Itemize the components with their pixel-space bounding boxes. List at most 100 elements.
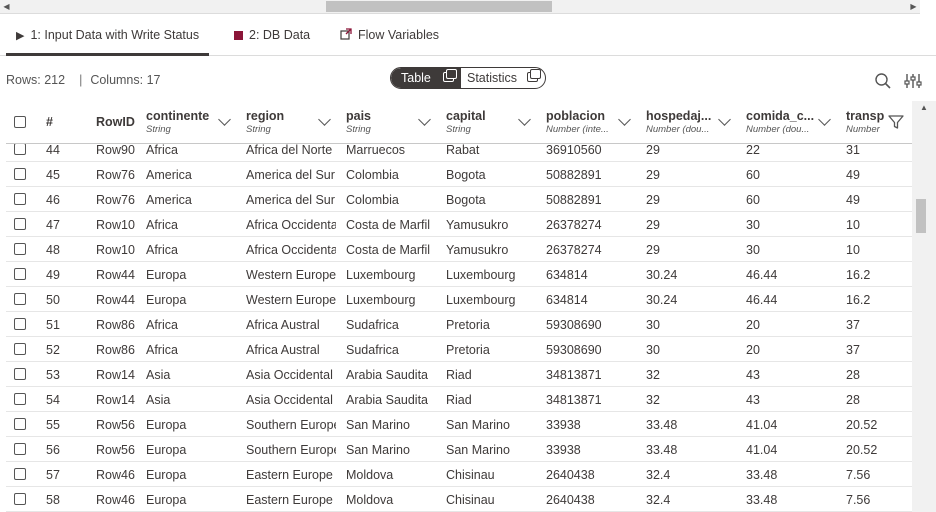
row-checkbox[interactable] bbox=[14, 193, 26, 205]
horizontal-scrollbar[interactable]: ◀ ▶ bbox=[0, 0, 920, 14]
cell-num: 54 bbox=[46, 393, 60, 407]
play-icon: ▶ bbox=[16, 30, 25, 42]
tab-input-data-label: 1: Input Data with Write Status bbox=[30, 28, 200, 42]
cell-rowid: Row56 bbox=[96, 443, 135, 457]
cell-region: Southern Europe bbox=[246, 418, 336, 432]
cell-num: 57 bbox=[46, 468, 60, 482]
table-settings-button[interactable] bbox=[904, 72, 922, 90]
tab-input-data[interactable]: ▶ 1: Input Data with Write Status bbox=[6, 14, 210, 56]
table-row[interactable]: 58 Row46 Europa Eastern Europe Moldova Chisin… bbox=[6, 487, 912, 512]
cell-capital: Riad bbox=[446, 393, 472, 407]
cell-comida: 33.48 bbox=[746, 493, 778, 507]
row-checkbox[interactable] bbox=[14, 268, 26, 280]
cell-poblacion: 34813871 bbox=[546, 393, 602, 407]
row-checkbox[interactable] bbox=[14, 343, 26, 355]
cell-region: Eastern Europe bbox=[246, 493, 333, 507]
column-header-transp[interactable]: transp Number bbox=[846, 101, 912, 143]
cell-pais: Sudafrica bbox=[346, 343, 399, 357]
row-checkbox[interactable] bbox=[14, 243, 26, 255]
cell-continente: Europa bbox=[146, 293, 187, 307]
table-row[interactable]: 45 Row76 America America del Sur Colombia Bog… bbox=[6, 162, 912, 187]
row-checkbox[interactable] bbox=[14, 218, 26, 230]
scroll-right-icon[interactable]: ▶ bbox=[907, 0, 920, 13]
table-row[interactable]: 51 Row86 Africa Africa Austral Sudafrica Pret… bbox=[6, 312, 912, 337]
cell-hospedaje: 30.24 bbox=[646, 293, 678, 307]
column-name: region bbox=[246, 109, 285, 123]
row-checkbox[interactable] bbox=[14, 443, 26, 455]
cell-pais: San Marino bbox=[346, 443, 410, 457]
cell-capital: Bogota bbox=[446, 168, 486, 182]
row-checkbox[interactable] bbox=[14, 368, 26, 380]
cell-num: 50 bbox=[46, 293, 60, 307]
chevron-down-icon[interactable] bbox=[318, 113, 331, 126]
row-checkbox[interactable] bbox=[14, 393, 26, 405]
cell-comida: 41.04 bbox=[746, 418, 778, 432]
cell-poblacion: 634814 bbox=[546, 268, 588, 282]
table-row[interactable]: 54 Row14 Asia Asia Occidental Arabia Saudita… bbox=[6, 387, 912, 412]
cell-num: 48 bbox=[46, 243, 60, 257]
table-row[interactable]: 55 Row56 Europa Southern Europe San Marino Sa… bbox=[6, 412, 912, 437]
table-row[interactable]: 52 Row86 Africa Africa Austral Sudafrica Pret… bbox=[6, 337, 912, 362]
vertical-scrollbar[interactable]: ▲ bbox=[912, 101, 936, 512]
select-all-checkbox[interactable] bbox=[14, 116, 26, 128]
cell-hospedaje: 32.4 bbox=[646, 493, 671, 507]
table-row[interactable]: 48 Row10 Africa Africa Occidental Costa de M… bbox=[6, 237, 912, 262]
sliders-icon bbox=[904, 74, 922, 88]
cell-num: 58 bbox=[46, 493, 60, 507]
row-checkbox[interactable] bbox=[14, 493, 26, 505]
row-checkbox[interactable] bbox=[14, 168, 26, 180]
horizontal-scrollbar-thumb[interactable] bbox=[326, 1, 552, 12]
cell-hospedaje: 32.4 bbox=[646, 468, 671, 482]
table-row[interactable]: 50 Row44 Europa Western Europe Luxembourg Lux… bbox=[6, 287, 912, 312]
column-type: String bbox=[346, 124, 371, 135]
row-checkbox[interactable] bbox=[14, 318, 26, 330]
row-checkbox[interactable] bbox=[14, 293, 26, 305]
open-window-icon[interactable] bbox=[443, 69, 457, 82]
column-type: Number (dou... bbox=[746, 124, 810, 135]
table-view-option[interactable]: Table bbox=[391, 68, 461, 88]
cell-num: 49 bbox=[46, 268, 60, 282]
chevron-down-icon[interactable] bbox=[818, 113, 831, 126]
cell-comida: 60 bbox=[746, 193, 760, 207]
chevron-down-icon[interactable] bbox=[518, 113, 531, 126]
table-row[interactable]: 47 Row10 Africa Africa Occidental Costa de M… bbox=[6, 212, 912, 237]
scroll-up-icon[interactable]: ▲ bbox=[912, 101, 936, 115]
cell-pais: Arabia Saudita bbox=[346, 393, 429, 407]
cell-comida: 30 bbox=[746, 218, 760, 232]
cell-num: 56 bbox=[46, 443, 60, 457]
column-header-pais[interactable]: pais String bbox=[346, 101, 446, 143]
cell-poblacion: 26378274 bbox=[546, 243, 602, 257]
table-row[interactable]: 46 Row76 America America del Sur Colombia Bog… bbox=[6, 187, 912, 212]
scroll-left-icon[interactable]: ◀ bbox=[0, 0, 13, 13]
column-header-hospedaje[interactable]: hospedaj... Number (dou... bbox=[646, 101, 746, 143]
statistics-view-option[interactable]: Statistics bbox=[461, 68, 545, 88]
row-checkbox[interactable] bbox=[14, 418, 26, 430]
vertical-scrollbar-thumb[interactable] bbox=[916, 199, 926, 233]
column-header-region[interactable]: region String bbox=[246, 101, 346, 143]
row-checkbox[interactable] bbox=[14, 143, 26, 155]
column-header-capital[interactable]: capital String bbox=[446, 101, 546, 143]
search-button[interactable] bbox=[874, 72, 892, 90]
cell-continente: Europa bbox=[146, 468, 187, 482]
table-header: # RowID continente String region String pa… bbox=[6, 101, 912, 144]
filter-icon[interactable] bbox=[888, 114, 904, 130]
open-window-icon[interactable] bbox=[527, 69, 541, 82]
cell-capital: Pretoria bbox=[446, 343, 490, 357]
table-row[interactable]: 53 Row14 Asia Asia Occidental Arabia Saudita… bbox=[6, 362, 912, 387]
column-count: Columns: 17 bbox=[90, 73, 161, 87]
tab-db-data[interactable]: 2: DB Data bbox=[234, 14, 310, 55]
column-header-comida[interactable]: comida_c... Number (dou... bbox=[746, 101, 846, 143]
column-type: String bbox=[146, 124, 171, 135]
chevron-down-icon[interactable] bbox=[418, 113, 431, 126]
chevron-down-icon[interactable] bbox=[618, 113, 631, 126]
tab-flow-variables[interactable]: Flow Variables bbox=[340, 14, 439, 55]
row-checkbox[interactable] bbox=[14, 468, 26, 480]
table-row[interactable]: 49 Row44 Europa Western Europe Luxembourg Lux… bbox=[6, 262, 912, 287]
table-row[interactable]: 56 Row56 Europa Southern Europe San Marino Sa… bbox=[6, 437, 912, 462]
column-header-poblacion[interactable]: poblacion Number (inte... bbox=[546, 101, 646, 143]
chevron-down-icon[interactable] bbox=[718, 113, 731, 126]
chevron-down-icon[interactable] bbox=[218, 113, 231, 126]
table-row[interactable]: 57 Row46 Europa Eastern Europe Moldova Chisin… bbox=[6, 462, 912, 487]
cell-num: 52 bbox=[46, 343, 60, 357]
column-header-continente[interactable]: continente String bbox=[146, 101, 246, 143]
